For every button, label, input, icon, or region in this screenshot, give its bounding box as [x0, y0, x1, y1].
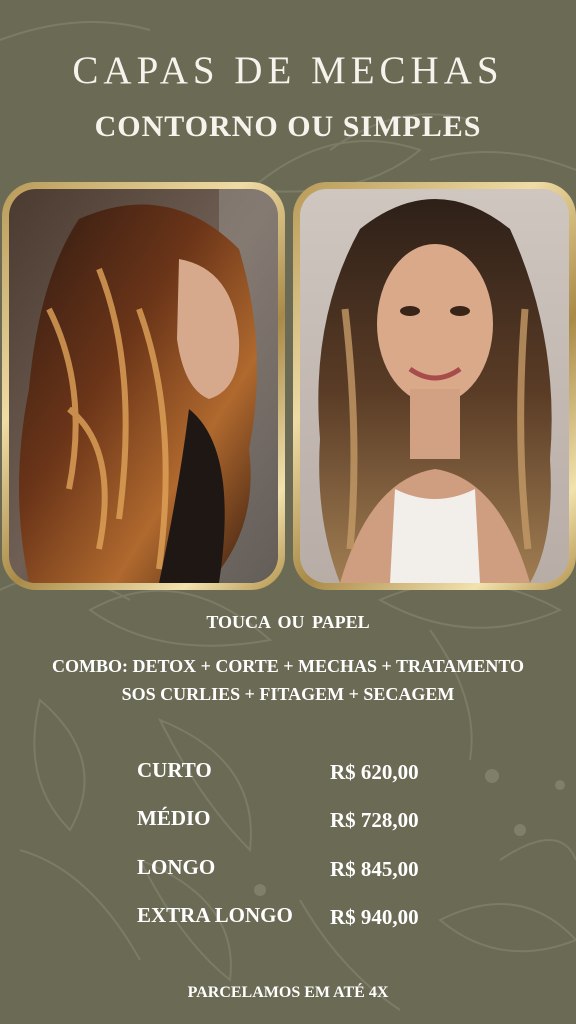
right-photo	[300, 189, 569, 583]
page-title: CAPAS DE MECHAS	[72, 49, 504, 92]
hair-length-label: EXTRA LONGO	[137, 903, 293, 927]
hair-length-label: MÉDIO	[137, 806, 211, 830]
price-row-longo: LONGO R$ 845,00	[137, 855, 467, 885]
price-row-extra-longo: EXTRA LONGO R$ 940,00	[137, 903, 467, 933]
price-value: R$ 940,00	[330, 905, 419, 929]
price-row-medio: MÉDIO R$ 728,00	[137, 806, 467, 836]
hair-length-label: CURTO	[137, 758, 212, 782]
price-value: R$ 728,00	[330, 808, 419, 832]
price-value: R$ 845,00	[330, 857, 419, 881]
price-row-curto: CURTO R$ 620,00	[137, 758, 467, 788]
combo-line-2: SOS CURLIES + FITAGEM + SECAGEM	[121, 684, 455, 704]
left-photo-frame	[2, 182, 285, 590]
right-photo-frame	[293, 182, 576, 590]
installments-note: PARCELAMOS EM ATÉ 4X	[187, 984, 389, 1001]
page-subtitle: CONTORNO OU SIMPLES	[94, 110, 482, 143]
combo-line-1: COMBO: DETOX + CORTE + MECHAS + TRATAMEN…	[51, 656, 525, 676]
left-photo	[9, 189, 278, 583]
hair-length-label: LONGO	[137, 855, 216, 879]
application-method: TOUCA OU PAPEL	[206, 612, 370, 632]
price-value: R$ 620,00	[330, 760, 419, 784]
